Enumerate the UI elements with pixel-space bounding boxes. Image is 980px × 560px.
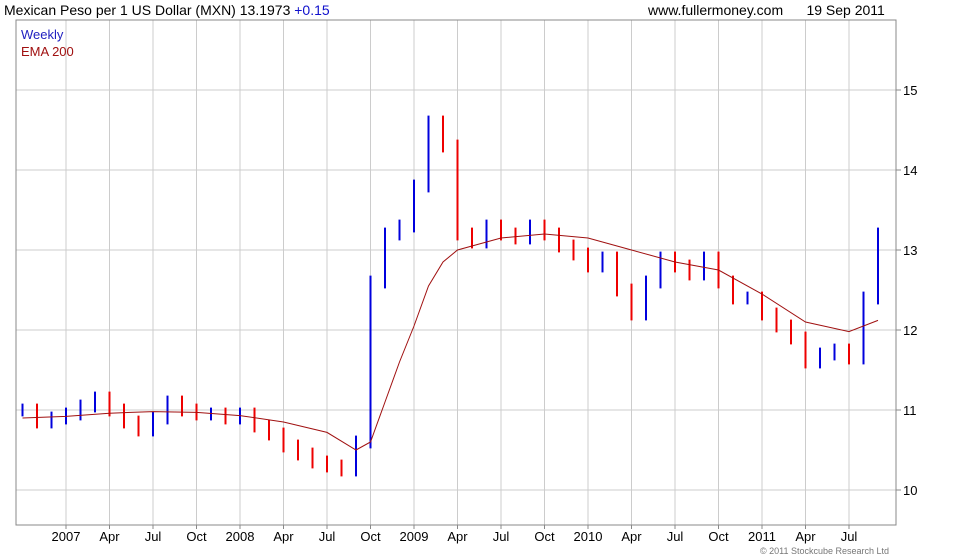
x-tick-label: Jul: [493, 529, 510, 544]
x-tick-label: Apr: [273, 529, 294, 544]
y-tick-label: 14: [903, 163, 917, 178]
y-tick-label: 13: [903, 243, 917, 258]
x-tick-label: 2009: [400, 529, 429, 544]
x-tick-label: Jul: [841, 529, 858, 544]
copyright-notice: © 2011 Stockcube Research Ltd: [760, 546, 890, 556]
y-tick-label: 10: [903, 483, 917, 498]
x-tick-label: Oct: [708, 529, 729, 544]
x-tick-label: Jul: [145, 529, 162, 544]
x-tick-label: Oct: [186, 529, 207, 544]
x-tick-label: Apr: [99, 529, 120, 544]
x-tick-label: Jul: [667, 529, 684, 544]
x-axis: 2007 Apr Jul Oct 2008 Apr Jul Oct 2009 Apr Jul Oct 2…: [52, 525, 858, 544]
x-tick-label: Apr: [621, 529, 642, 544]
x-tick-label: Oct: [360, 529, 381, 544]
y-tick-label: 11: [903, 403, 917, 418]
y-tick-label: 12: [903, 323, 917, 338]
legend-ema: EMA 200: [21, 44, 74, 59]
y-axis: 10 11 12 13 14 15: [896, 83, 917, 498]
x-tick-label: Apr: [795, 529, 816, 544]
x-tick-label: Apr: [447, 529, 468, 544]
x-tick-label: 2008: [226, 529, 255, 544]
price-chart: 2007 Apr Jul Oct 2008 Apr Jul Oct 2009 Apr Jul Oct 2…: [15, 19, 917, 544]
x-tick-label: 2011: [748, 529, 776, 544]
x-tick-label: Oct: [534, 529, 555, 544]
plot-frame: [15, 19, 897, 526]
x-tick-label: 2007: [52, 529, 81, 544]
y-tick-label: 15: [903, 83, 917, 98]
x-tick-label: 2010: [574, 529, 603, 544]
ema-200-line: [22, 233, 879, 451]
legend-weekly: Weekly: [21, 27, 64, 42]
grid: [16, 20, 896, 525]
x-tick-label: Jul: [319, 529, 336, 544]
